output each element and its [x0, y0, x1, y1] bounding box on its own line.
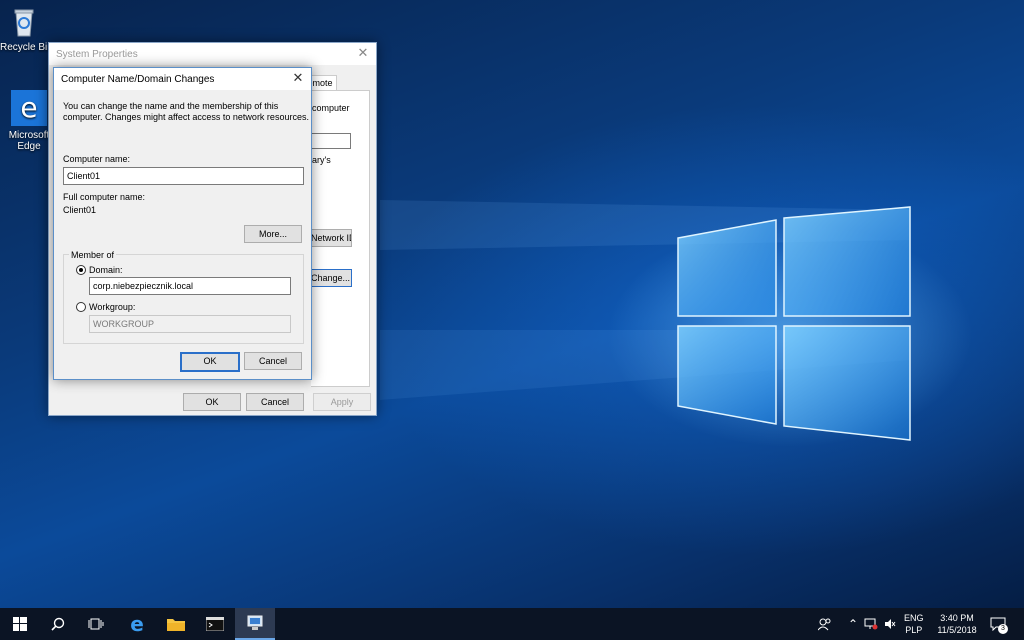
- network-icon[interactable]: [864, 608, 878, 640]
- windows-start-icon: [13, 617, 27, 631]
- edge-icon: e: [11, 90, 47, 126]
- computer-name-label: Computer name:: [63, 154, 131, 164]
- close-icon[interactable]: ✕: [356, 46, 370, 60]
- clock[interactable]: 3:40 PM 11/5/2018: [934, 608, 980, 640]
- recycle-bin-icon: [8, 6, 40, 38]
- apply-button[interactable]: Apply: [313, 393, 371, 411]
- clock-date: 11/5/2018: [937, 625, 977, 635]
- task-view-icon: [88, 618, 104, 630]
- people-icon: [818, 618, 831, 631]
- member-of-label: Member of: [69, 250, 117, 260]
- more-button[interactable]: More...: [244, 225, 302, 243]
- domain-label: Domain:: [89, 265, 123, 275]
- domain-input[interactable]: [89, 277, 291, 295]
- cancel-button[interactable]: Cancel: [246, 393, 304, 411]
- system-properties-icon: [247, 615, 263, 630]
- taskbar-edge[interactable]: e: [117, 608, 157, 640]
- computer-description-field[interactable]: [311, 133, 351, 149]
- language-indicator[interactable]: ENG PLP: [904, 608, 924, 640]
- dialog-title: Computer Name/Domain Changes: [61, 73, 215, 85]
- language-top: ENG: [904, 613, 924, 623]
- dialog-description: You can change the name and the membersh…: [63, 101, 279, 111]
- workgroup-input: [89, 315, 291, 333]
- desktop-icon-recycle-bin[interactable]: Recycle Bin: [0, 6, 48, 53]
- network-id-button[interactable]: Network ID...: [311, 229, 352, 247]
- computer-name-dialog: Computer Name/Domain Changes ✕ You can c…: [53, 67, 312, 380]
- notification-count-badge: 3: [998, 624, 1008, 634]
- system-properties-title-bar: System Properties ✕: [49, 43, 376, 65]
- command-prompt-icon: [206, 617, 224, 631]
- language-bottom: PLP: [905, 625, 923, 635]
- file-explorer-icon: [167, 619, 185, 631]
- edge-icon: e: [130, 612, 144, 636]
- volume-icon: [885, 619, 896, 629]
- search-icon: [51, 617, 65, 631]
- show-hidden-icons-chevron-up-icon[interactable]: ⌃: [848, 608, 858, 640]
- workgroup-radio[interactable]: [76, 302, 86, 312]
- close-icon[interactable]: ✕: [291, 71, 305, 85]
- people-icon[interactable]: [818, 608, 832, 640]
- taskbar-system-properties[interactable]: [235, 608, 275, 640]
- dialog-description: computer. Changes might affect access to…: [63, 112, 309, 122]
- taskbar-command-prompt[interactable]: [195, 608, 235, 640]
- ok-button[interactable]: OK: [180, 352, 240, 372]
- domain-radio[interactable]: [76, 265, 86, 275]
- partial-text: computer: [312, 103, 350, 113]
- change-button[interactable]: Change...: [311, 269, 352, 287]
- taskbar-file-explorer[interactable]: [156, 608, 196, 640]
- taskbar: e ⌃ ENG PLP 3:40 PM 11/5/2018 3: [0, 608, 1024, 640]
- desktop-icon-label: Recycle Bin: [0, 42, 48, 53]
- ok-button[interactable]: OK: [183, 393, 241, 411]
- dialog-title-bar: Computer Name/Domain Changes ✕: [54, 68, 311, 90]
- task-view-button[interactable]: [76, 608, 116, 640]
- volume-icon[interactable]: [884, 608, 896, 640]
- full-computer-name-label: Full computer name:: [63, 192, 146, 202]
- search-button[interactable]: [38, 608, 78, 640]
- clock-time: 3:40 PM: [940, 613, 974, 623]
- tab-remote[interactable]: Remote: [311, 75, 337, 90]
- network-icon: [864, 618, 878, 630]
- computer-name-input[interactable]: [63, 167, 304, 185]
- action-center-button[interactable]: 3: [990, 608, 1008, 640]
- full-computer-name-value: Client01: [63, 205, 97, 215]
- partial-text: ary's: [312, 155, 331, 165]
- desktop-icon-label: Microsoft Edge: [8, 130, 50, 152]
- window-title: System Properties: [56, 48, 138, 60]
- start-button[interactable]: [0, 608, 40, 640]
- cancel-button[interactable]: Cancel: [244, 352, 302, 370]
- workgroup-label: Workgroup:: [89, 302, 136, 312]
